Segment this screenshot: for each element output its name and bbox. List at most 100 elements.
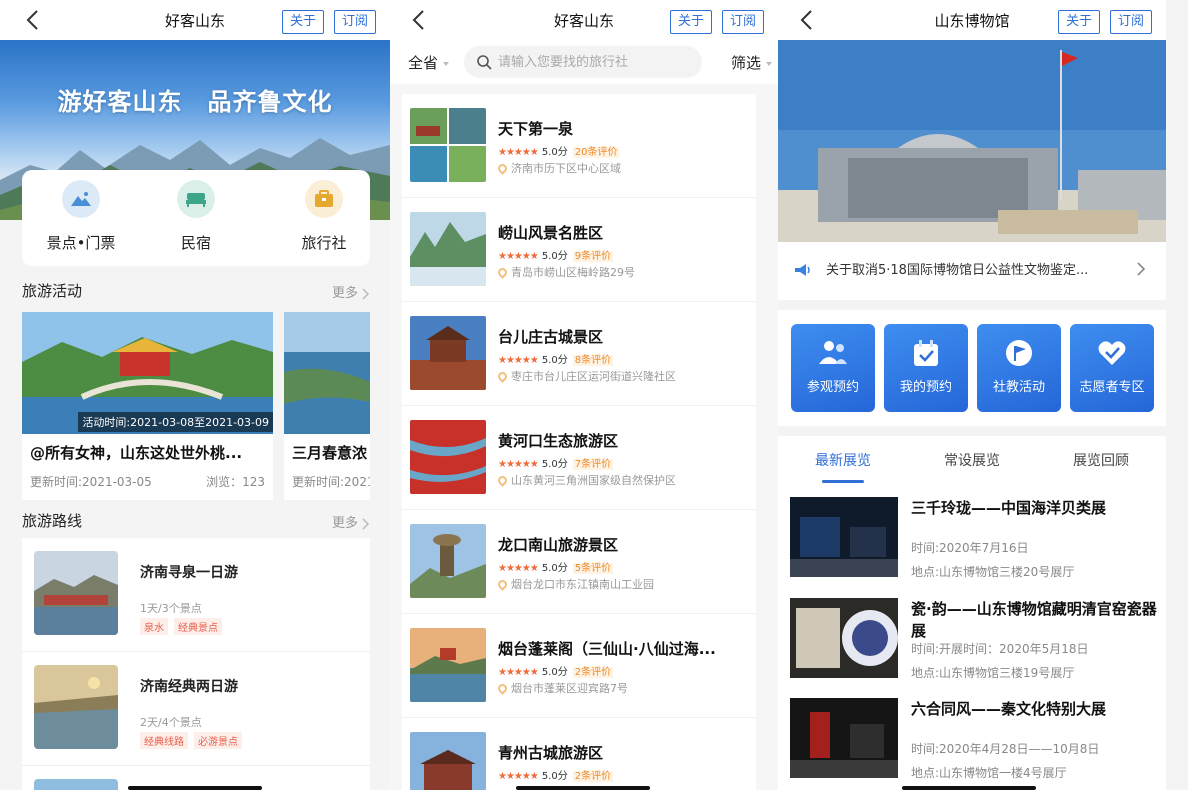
category-label: 景点•门票 <box>46 234 116 252</box>
exhibition-location: 地点:山东博物馆一楼4号展厅 <box>911 766 1067 780</box>
activity-carousel[interactable]: 活动时间:2021-03-08至2021-03-09 @所有女神，山东这处世外桃… <box>22 312 390 500</box>
route-title: 济南经典两日游 <box>140 679 238 695</box>
museum-banner[interactable] <box>778 40 1166 242</box>
category-scenic-tickets[interactable]: 景点•门票 <box>31 180 131 253</box>
category-label: 旅行社 <box>301 234 347 252</box>
exhibition-location: 地点:山东博物馆三楼19号展厅 <box>911 666 1075 680</box>
spot-rating: ★★★★★ 5.0分 2条评价 <box>498 663 614 678</box>
star-rating-icon: ★★★★★ <box>498 355 539 366</box>
caret-down-icon <box>443 61 450 66</box>
activity-time: 活动时间:2021-03-08至2021-03-09 <box>78 412 273 432</box>
tab-permanent[interactable]: 常设展览 <box>944 450 1000 470</box>
activity-card[interactable]: 三月春意浓 更新时间:2021 <box>284 312 370 500</box>
category-card: 景点•门票 民宿 旅行社 <box>22 170 370 266</box>
category-homestay[interactable]: 民宿 <box>146 180 246 253</box>
spot-score: 5.0分 <box>541 147 568 158</box>
route-tags: 泉水 经典景点 <box>140 616 228 635</box>
bed-icon <box>177 180 215 218</box>
route-item[interactable]: 济南寻泉一日游 1天/3个景点 泉水 经典景点 <box>22 538 370 652</box>
tab-review[interactable]: 展览回顾 <box>1073 450 1129 470</box>
home-indicator <box>902 786 1036 790</box>
spot-rating: ★★★★★ 5.0分 7条评价 <box>498 455 614 470</box>
search-input[interactable] <box>498 46 694 78</box>
spot-item[interactable]: 龙口南山旅游景区 ★★★★★ 5.0分 5条评价 烟台龙口市东江镇南山工业园 <box>402 510 756 614</box>
panel-agency-list: 好客山东 关于 订阅 全省 筛选 天下第一泉 ★★★★★5.0分20条评价 济南… <box>390 0 778 790</box>
mountain-icon <box>62 180 100 218</box>
routes-more-link[interactable]: 更多 <box>332 512 370 531</box>
filter-bar: 全省 筛选 <box>390 40 778 84</box>
chevron-right-icon <box>362 287 370 300</box>
education-activity-button[interactable]: 社教活动 <box>977 324 1061 412</box>
activity-card[interactable]: 活动时间:2021-03-08至2021-03-09 @所有女神，山东这处世外桃… <box>22 312 273 500</box>
spot-item[interactable]: 黄河口生态旅游区 ★★★★★ 5.0分 7条评价 山东黄河三角洲国家级自然保护区 <box>402 406 756 510</box>
address-text: 青岛市崂山区梅岭路29号 <box>511 266 635 279</box>
spot-score: 5.0分 <box>541 355 568 366</box>
activity-image <box>284 312 370 434</box>
address-text: 烟台市蓬莱区迎宾路7号 <box>511 682 628 695</box>
review-count[interactable]: 5条评价 <box>572 563 614 574</box>
route-item[interactable]: 济南经典两日游 2天/4个景点 经典线路 必游景点 <box>22 652 370 766</box>
star-rating-icon: ★★★★★ <box>498 771 539 782</box>
about-button[interactable]: 关于 <box>282 10 324 34</box>
province-label: 全省 <box>408 54 439 72</box>
spot-rating: ★★★★★ 5.0分 2条评价 <box>498 767 614 782</box>
spot-list: 天下第一泉 ★★★★★ 5.0分 20条评价 济南市历下区中心区域 崂山风景名胜区 … <box>402 94 756 790</box>
spot-item[interactable]: 天下第一泉 ★★★★★ 5.0分 20条评价 济南市历下区中心区域 <box>402 94 756 198</box>
category-travel-agency[interactable]: 旅行社 <box>274 180 374 253</box>
address-text: 枣庄市台儿庄区运河街道兴隆社区 <box>511 370 676 383</box>
review-count[interactable]: 9条评价 <box>572 251 614 262</box>
review-count[interactable]: 8条评价 <box>572 355 614 366</box>
my-booking-button[interactable]: 我的预约 <box>884 324 968 412</box>
spot-item[interactable]: 台儿庄古城景区 ★★★★★ 5.0分 8条评价 枣庄市台儿庄区运河街道兴隆社区 <box>402 302 756 406</box>
activity-updated: 更新时间:2021 <box>292 475 370 489</box>
review-count[interactable]: 7条评价 <box>572 459 614 470</box>
spot-rating: ★★★★★ 5.0分 9条评价 <box>498 247 614 262</box>
exhibition-item[interactable]: 三千玲珑——中国海洋贝类展 时间:2020年7月16日 地点:山东博物馆三楼20… <box>790 497 1166 579</box>
volunteer-zone-button[interactable]: 志愿者专区 <box>1070 324 1154 412</box>
about-button[interactable]: 关于 <box>1058 10 1100 34</box>
location-pin-icon <box>496 578 509 591</box>
home-indicator <box>516 786 650 790</box>
exhibition-item[interactable]: 瓷·韵——山东博物馆藏明清官窑瓷器展 时间:开展时间：2020年5月18日 地点… <box>790 598 1166 680</box>
spot-score: 5.0分 <box>541 563 568 574</box>
spot-item[interactable]: 崂山风景名胜区 ★★★★★ 5.0分 9条评价 青岛市崂山区梅岭路29号 <box>402 198 756 302</box>
filter-dropdown[interactable]: 筛选 <box>731 52 772 73</box>
spot-title: 台儿庄古城景区 <box>498 328 604 346</box>
activities-more-link[interactable]: 更多 <box>332 282 370 301</box>
review-count[interactable]: 20条评价 <box>572 147 620 158</box>
province-dropdown[interactable]: 全省 <box>408 52 450 73</box>
location-pin-icon <box>496 162 509 175</box>
review-count[interactable]: 2条评价 <box>572 667 614 678</box>
address-text: 山东黄河三角洲国家级自然保护区 <box>511 474 676 487</box>
spot-title: 崂山风景名胜区 <box>498 224 604 242</box>
tag: 必游景点 <box>194 732 242 749</box>
spot-image <box>410 316 486 390</box>
spot-address: 烟台市蓬莱区迎宾路7号 <box>496 680 628 696</box>
notice-bar[interactable]: 关于取消5·18国际博物馆日公益性文物鉴定... <box>778 242 1166 300</box>
subscribe-button[interactable]: 订阅 <box>334 10 376 34</box>
spot-item[interactable]: 烟台蓬莱阁（三仙山·八仙过海... ★★★★★ 5.0分 2条评价 烟台市蓬莱区迎宾… <box>402 614 756 718</box>
about-button[interactable]: 关于 <box>670 10 712 34</box>
category-label: 民宿 <box>180 234 211 252</box>
subscribe-button[interactable]: 订阅 <box>722 10 764 34</box>
navbar: 山东博物馆 关于 订阅 <box>778 0 1166 40</box>
spot-image <box>410 524 486 598</box>
review-count[interactable]: 2条评价 <box>572 771 614 782</box>
visitors-icon <box>819 341 847 364</box>
tag: 经典景点 <box>174 618 222 635</box>
activity-updated: 更新时间:2021-03-05 <box>30 475 152 489</box>
spot-item[interactable]: 青州古城旅游区 ★★★★★ 5.0分 2条评价 <box>402 718 756 790</box>
route-list: 济南寻泉一日游 1天/3个景点 泉水 经典景点 济南经典两日游 2天/4个景点 经… <box>22 538 370 790</box>
star-rating-icon: ★★★★★ <box>498 251 539 262</box>
tab-latest[interactable]: 最新展览 <box>815 450 871 470</box>
subscribe-button[interactable]: 订阅 <box>1110 10 1152 34</box>
exhibition-item[interactable]: 六合同风——秦文化特别大展 时间:2020年4月28日——10月8日 地点:山东… <box>790 698 1166 780</box>
activity-meta: 更新时间:2021-03-05 浏览：123 <box>30 473 265 490</box>
search-box <box>464 46 702 78</box>
tag: 经典线路 <box>140 732 188 749</box>
visit-booking-button[interactable]: 参观预约 <box>791 324 875 412</box>
location-pin-icon <box>496 266 509 279</box>
panel-home: 好客山东 关于 订阅 游好客山东 品齐鲁文化 景点•门票 民宿 旅行社 旅游活动… <box>0 0 390 790</box>
activity-image: 活动时间:2021-03-08至2021-03-09 <box>22 312 273 434</box>
location-pin-icon <box>496 370 509 383</box>
